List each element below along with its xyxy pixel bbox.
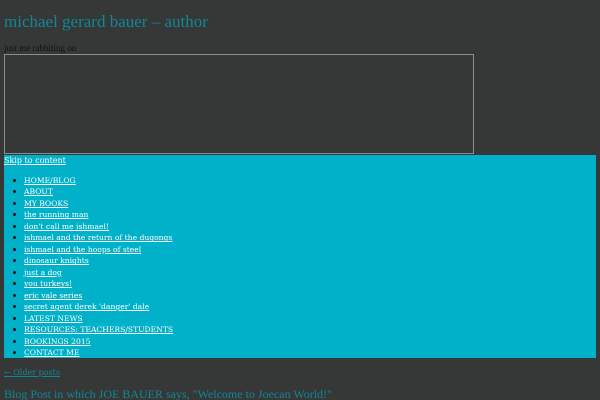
site-title-link[interactable]: michael gerard bauer – author — [4, 12, 208, 32]
nav-link-resources[interactable]: RESOURCES: TEACHERS/STUDENTS — [24, 325, 173, 334]
nav-item-return-of-the-dugongs: ishmael and the return of the dugongs — [4, 232, 173, 243]
nav-item-dinosaur-knights: dinosaur knights — [4, 255, 173, 266]
nav-link-my-books[interactable]: MY BOOKS — [24, 199, 68, 208]
nav-link-dont-call-me-ishmael[interactable]: don't call me ishmael! — [24, 222, 109, 231]
bullet-icon — [13, 247, 16, 251]
nav-item-just-a-dog: just a dog — [4, 267, 173, 278]
bullet-icon — [13, 328, 16, 332]
nav-link-return-of-the-dugongs[interactable]: ishmael and the return of the dugongs — [24, 233, 172, 242]
bullet-icon — [13, 282, 16, 286]
nav-link-just-a-dog[interactable]: just a dog — [24, 268, 62, 277]
nav-item-latest-news: LATEST NEWS — [4, 313, 173, 324]
skip-to-content-link[interactable]: Skip to content — [4, 156, 66, 165]
nav-link-dinosaur-knights[interactable]: dinosaur knights — [24, 256, 89, 265]
site-tagline: just me rabbiting on — [4, 43, 77, 53]
bullet-icon — [13, 236, 16, 240]
bullet-icon — [13, 339, 16, 343]
nav-link-bookings-2015[interactable]: BOOKINGS 2015 — [24, 337, 91, 346]
bullet-icon — [13, 190, 16, 194]
nav-link-eric-vale-series[interactable]: eric vale series — [24, 291, 82, 300]
nav-item-eric-vale-series: eric vale series — [4, 290, 173, 301]
nav-link-latest-news[interactable]: LATEST NEWS — [24, 314, 83, 323]
nav-item-my-books: MY BOOKS — [4, 198, 173, 209]
nav-item-you-turkeys: you turkeys! — [4, 278, 173, 289]
bullet-icon — [13, 224, 16, 228]
bullet-icon — [13, 270, 16, 274]
nav-link-home-blog[interactable]: HOME/BLOG — [24, 176, 76, 185]
bullet-icon — [13, 293, 16, 297]
bullet-icon — [13, 179, 16, 182]
bullet-icon — [13, 259, 16, 263]
nav-item-the-running-man: the running man — [4, 209, 173, 220]
nav-link-the-running-man[interactable]: the running man — [24, 210, 88, 219]
bullet-icon — [13, 201, 16, 205]
header-image — [4, 54, 474, 154]
post-title-link[interactable]: Blog Post in which JOE BAUER says, "Welc… — [4, 387, 332, 400]
bullet-icon — [13, 316, 16, 320]
page: michael gerard bauer – author just me ra… — [0, 0, 600, 400]
nav-link-you-turkeys[interactable]: you turkeys! — [24, 279, 72, 288]
main-navigation: Skip to content HOME/BLOG ABOUT MY BOOKS… — [4, 155, 596, 358]
older-posts-link[interactable]: ← Older posts — [4, 368, 60, 377]
nav-link-hoops-of-steel[interactable]: ishmael and the hoops of steel — [24, 245, 141, 254]
nav-link-about[interactable]: ABOUT — [24, 187, 53, 196]
nav-link-contact-me[interactable]: CONTACT ME — [24, 348, 79, 357]
nav-link-secret-agent-derek[interactable]: secret agent derek 'danger' dale — [24, 302, 149, 311]
nav-item-resources: RESOURCES: TEACHERS/STUDENTS — [4, 324, 173, 335]
nav-item-secret-agent-derek: secret agent derek 'danger' dale — [4, 301, 173, 312]
nav-item-hoops-of-steel: ishmael and the hoops of steel — [4, 244, 173, 255]
nav-item-contact-me: CONTACT ME — [4, 347, 173, 358]
nav-item-home-blog: HOME/BLOG — [4, 175, 173, 186]
bullet-icon — [13, 213, 16, 217]
nav-item-bookings-2015: BOOKINGS 2015 — [4, 336, 173, 347]
nav-menu: HOME/BLOG ABOUT MY BOOKS the running man… — [4, 175, 173, 359]
bullet-icon — [13, 351, 16, 355]
bullet-icon — [13, 305, 16, 309]
nav-item-dont-call-me-ishmael: don't call me ishmael! — [4, 221, 173, 232]
nav-item-about: ABOUT — [4, 186, 173, 197]
